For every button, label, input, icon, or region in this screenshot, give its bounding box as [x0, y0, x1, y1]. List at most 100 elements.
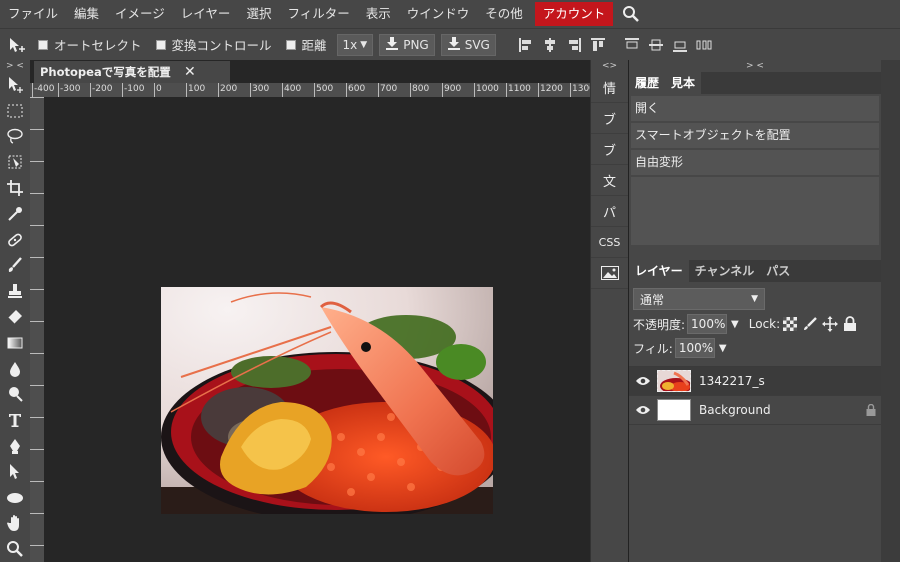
right-panel-scrollbar[interactable]: [881, 60, 900, 562]
options-bar: オートセレクト 変換コントロール 距離 1x ▼ PNG SVG: [0, 28, 900, 60]
tab-history[interactable]: 履歴: [629, 72, 666, 94]
auto-select-checkbox[interactable]: オートセレクト: [34, 35, 142, 54]
close-icon[interactable]: ✕: [184, 64, 196, 80]
distribute-bottom-icon[interactable]: [671, 35, 689, 55]
menu-file[interactable]: ファイル: [0, 0, 66, 28]
shape-icon[interactable]: [0, 485, 30, 511]
history-item[interactable]: 開く: [631, 96, 879, 121]
eye-icon[interactable]: [629, 404, 657, 416]
css-panel-button[interactable]: CSS: [591, 227, 628, 258]
tab-layers[interactable]: レイヤー: [629, 260, 689, 282]
lock-all-icon[interactable]: [842, 316, 858, 332]
brush-icon[interactable]: [0, 253, 30, 279]
type-icon[interactable]: [0, 407, 30, 433]
narrow-panel-collapse[interactable]: <>: [591, 60, 628, 72]
menu-edit[interactable]: 編集: [66, 0, 107, 28]
tab-paths[interactable]: パス: [760, 260, 796, 282]
layer-list: 1342217_s Background: [629, 366, 881, 425]
eraser-icon[interactable]: [0, 304, 30, 330]
dodge-icon[interactable]: [0, 382, 30, 408]
align-center-h-icon[interactable]: [541, 35, 559, 55]
blend-mode-value: 通常: [640, 292, 665, 307]
gradient-icon[interactable]: [0, 330, 30, 356]
history-item[interactable]: スマートオブジェクトを配置: [631, 123, 879, 148]
distribute-horizontal-icon[interactable]: [695, 35, 713, 55]
ruler-tick-label: 300: [250, 83, 269, 97]
ruler-horizontal[interactable]: -400 -300 -200 -100 0 100 200 300 400 50…: [30, 83, 590, 97]
export-png-button[interactable]: PNG: [379, 33, 435, 56]
ruler-tick: [30, 257, 44, 289]
ruler-tick-label: 0: [154, 83, 162, 97]
blur-icon[interactable]: [0, 356, 30, 382]
zoom-select[interactable]: 1x ▼: [336, 33, 374, 56]
marquee-icon[interactable]: [0, 98, 30, 124]
history-item[interactable]: 自由変形: [631, 150, 879, 175]
layer-row[interactable]: Background: [629, 396, 881, 425]
search-icon[interactable]: [617, 0, 645, 28]
eye-icon[interactable]: [629, 375, 657, 387]
move-tool-icon[interactable]: [0, 29, 34, 61]
distribute-top-icon[interactable]: [623, 35, 641, 55]
right-panel-collapse[interactable]: > <: [629, 60, 881, 72]
eyedropper-icon[interactable]: [0, 201, 30, 227]
crop-icon[interactable]: [0, 175, 30, 201]
align-right-icon[interactable]: [565, 35, 583, 55]
document-tab[interactable]: Photopeaで写真を配置 ✕: [34, 61, 230, 83]
layer-thumbnail: [657, 370, 691, 392]
lasso-icon[interactable]: [0, 124, 30, 150]
brush-panel-button[interactable]: ブ: [591, 103, 628, 134]
character-panel-button[interactable]: 文: [591, 165, 628, 196]
ruler-tick: [30, 385, 44, 417]
canvas-workspace[interactable]: [44, 97, 590, 562]
lock-transparency-icon[interactable]: [782, 316, 798, 332]
brush-settings-panel-button[interactable]: ブ: [591, 134, 628, 165]
ruler-vertical[interactable]: [30, 97, 44, 562]
quick-select-icon[interactable]: [0, 149, 30, 175]
auto-select-label: オートセレクト: [54, 38, 142, 53]
lock-position-icon[interactable]: [822, 316, 839, 332]
menu-window[interactable]: ウインドウ: [399, 0, 478, 28]
pen-icon[interactable]: [0, 433, 30, 459]
ruler-tick: [30, 449, 44, 481]
ruler-tick-label: -400: [32, 83, 54, 97]
path-select-icon[interactable]: [0, 459, 30, 485]
layer-row[interactable]: 1342217_s: [629, 367, 881, 396]
zoom-icon[interactable]: [0, 536, 30, 562]
menu-layer[interactable]: レイヤー: [173, 0, 239, 28]
hand-icon[interactable]: [0, 511, 30, 537]
distribute-middle-icon[interactable]: [647, 35, 665, 55]
export-svg-button[interactable]: SVG: [440, 33, 496, 56]
image-icon[interactable]: [591, 258, 628, 289]
menu-select[interactable]: 選択: [238, 0, 279, 28]
menu-view[interactable]: 表示: [358, 0, 399, 28]
healing-icon[interactable]: [0, 227, 30, 253]
menu-filter[interactable]: フィルター: [279, 0, 357, 28]
export-svg-label: SVG: [464, 37, 490, 52]
ruler-tick: [30, 353, 44, 385]
fill-dropdown-icon[interactable]: ▼: [719, 343, 727, 354]
lock-pixels-icon[interactable]: [802, 316, 818, 332]
ruler-tick-label: 1100: [506, 83, 531, 97]
align-top-icon[interactable]: [589, 35, 607, 55]
stamp-icon[interactable]: [0, 278, 30, 304]
ruler-tick: [30, 289, 44, 321]
toolbar-collapse[interactable]: > <: [0, 60, 30, 72]
download-icon: [447, 36, 461, 53]
transform-controls-checkbox[interactable]: 変換コントロール: [152, 35, 272, 54]
menu-more[interactable]: その他: [477, 0, 531, 28]
menu-image[interactable]: イメージ: [107, 0, 173, 28]
tab-channels[interactable]: チャンネル: [689, 260, 761, 282]
align-left-icon[interactable]: [517, 35, 535, 55]
paragraph-panel-button[interactable]: パ: [591, 196, 628, 227]
blend-mode-select[interactable]: 通常 ▼: [633, 288, 765, 310]
info-panel-button[interactable]: 情: [591, 72, 628, 103]
opacity-dropdown-icon[interactable]: ▼: [731, 319, 739, 330]
move-icon[interactable]: [0, 72, 30, 98]
tab-swatches[interactable]: 見本: [665, 72, 702, 94]
distances-checkbox[interactable]: 距離: [282, 35, 327, 54]
opacity-field[interactable]: 100%: [687, 314, 728, 334]
opacity-lock-row: 不透明度: 100% ▼ Lock:: [629, 310, 881, 334]
fill-field[interactable]: 100%: [674, 338, 715, 358]
seafood-bowl-image[interactable]: [161, 287, 493, 514]
menu-account[interactable]: アカウント: [534, 2, 614, 26]
